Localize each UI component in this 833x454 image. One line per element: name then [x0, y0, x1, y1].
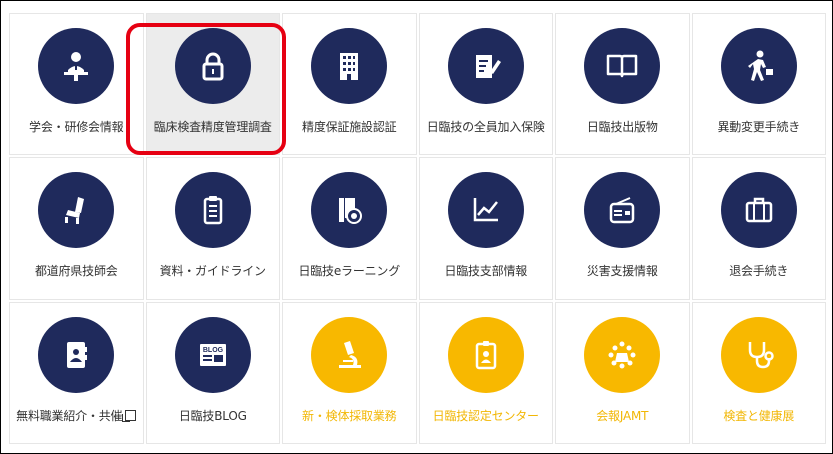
- walking-businessman-icon: [720, 28, 797, 104]
- tile-label: 日臨技eラーニング: [298, 264, 401, 279]
- tile-label: 資料・ガイドライン: [159, 264, 266, 279]
- tile-publications[interactable]: 日臨技出版物: [555, 13, 690, 156]
- tile-label: 新・検体採取業務: [302, 408, 397, 423]
- tile-specimen-collection[interactable]: 新・検体採取業務: [282, 301, 417, 444]
- tile-disaster-support[interactable]: 災害支援情報: [555, 157, 690, 300]
- external-window-icon: [122, 409, 137, 422]
- tile-guidelines[interactable]: 資料・ガイドライン: [145, 157, 280, 300]
- tile-label: 学会・研修会情報: [29, 120, 124, 134]
- tile-job-placement[interactable]: 無料職業紹介・共催: [9, 301, 144, 444]
- tile-label: 無料職業紹介・共催: [16, 407, 137, 424]
- media-disc-icon: [311, 172, 388, 249]
- tile-facility-certification[interactable]: 精度保証施設認証: [282, 13, 417, 156]
- tile-label: 日臨技支部情報: [444, 264, 528, 279]
- tile-label: 精度保証施設認証: [302, 120, 397, 134]
- tile-blog[interactable]: BLOG 日臨技BLOG: [145, 301, 280, 444]
- tile-label: 都道府県技師会: [34, 264, 118, 279]
- microscope-icon: [311, 316, 388, 393]
- tile-label: 退会手続き: [729, 264, 789, 279]
- tile-academic-meetings[interactable]: 学会・研修会情報: [9, 13, 144, 156]
- tile-certification-center[interactable]: 日臨技認定センター: [418, 301, 553, 444]
- tile-label: 検査と健康展: [723, 408, 795, 423]
- tile-label: 日臨技の全員加入保険: [426, 120, 545, 134]
- tile-change-procedures[interactable]: 異動変更手続き: [691, 13, 826, 156]
- padlock-icon: [174, 28, 251, 104]
- tile-prefectural-associations[interactable]: 都道府県技師会: [9, 157, 144, 300]
- chair-icon: [38, 172, 115, 249]
- tile-label: 日臨技認定センター: [432, 408, 539, 423]
- tile-branch-info[interactable]: 日臨技支部情報: [418, 157, 553, 300]
- tile-insurance[interactable]: 日臨技の全員加入保険: [418, 13, 553, 156]
- tile-quality-control-survey[interactable]: 臨床検査精度管理調査: [145, 13, 280, 156]
- page-frame: 学会・研修会情報 臨床検査精度管理調査 精度保証施設認証 日臨技の全員加入保険: [0, 0, 833, 454]
- id-badge-icon: [447, 316, 524, 393]
- stethoscope-icon: [720, 316, 797, 393]
- lecturer-icon: [38, 28, 115, 104]
- tile-label: 臨床検査精度管理調査: [153, 120, 272, 134]
- tile-health-exhibition[interactable]: 検査と健康展: [691, 301, 826, 444]
- tile-label: 異動変更手続き: [717, 120, 801, 134]
- tile-jamt-journal[interactable]: 会報JAMT: [555, 301, 690, 444]
- svg-text:BLOG: BLOG: [203, 347, 224, 354]
- clipboard-icon: [174, 172, 251, 249]
- conference-icon: [584, 316, 661, 393]
- menu-grid: 学会・研修会情報 臨床検査精度管理調査 精度保証施設認証 日臨技の全員加入保険: [9, 13, 826, 444]
- briefcase-icon: [720, 172, 797, 249]
- tile-elearning[interactable]: 日臨技eラーニング: [282, 157, 417, 300]
- chart-icon: [447, 172, 524, 249]
- tile-label: 日臨技出版物: [586, 120, 658, 134]
- book-icon: [584, 28, 661, 104]
- contact-book-icon: [38, 316, 115, 393]
- tile-label: 会報JAMT: [596, 408, 649, 423]
- building-icon: [311, 28, 388, 104]
- tile-withdrawal[interactable]: 退会手続き: [691, 157, 826, 300]
- radio-icon: [584, 172, 661, 249]
- document-pen-icon: [447, 28, 524, 104]
- blog-icon: BLOG: [174, 316, 251, 393]
- tile-label: 日臨技BLOG: [178, 408, 247, 423]
- tile-label: 災害支援情報: [586, 264, 658, 279]
